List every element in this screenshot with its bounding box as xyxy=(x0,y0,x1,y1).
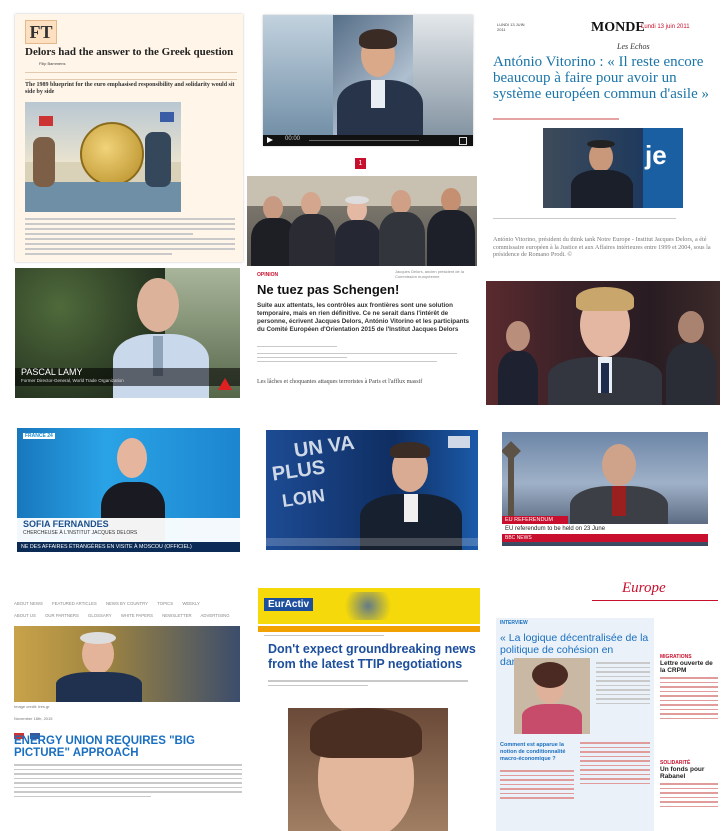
ft-byline: Filip Bammens xyxy=(39,61,66,66)
france24-logo: FRANCE 24 xyxy=(23,433,55,439)
lamy-video-tile[interactable]: PASCAL LAMY Former Director-General, Wor… xyxy=(15,268,240,398)
fernandes-role: CHERCHEUSE À L'INSTITUT JACQUES DELORS xyxy=(23,530,138,536)
interview-question: Comment est apparue la notion de conditi… xyxy=(500,742,566,762)
interview-video-player[interactable]: 00:00 xyxy=(263,15,473,146)
video-time: 00:00 xyxy=(285,136,301,142)
interviewee-photo xyxy=(514,658,590,734)
portrait-figure xyxy=(544,281,664,405)
interview-label: INTERVIEW xyxy=(500,620,528,626)
monde-caption: António Vitorino, président du think tan… xyxy=(493,236,711,258)
opinion-badge: 1 xyxy=(355,158,366,169)
delors-photo xyxy=(247,176,477,266)
euractiv-header: EurActiv xyxy=(258,588,480,624)
euractiv-photo xyxy=(288,708,448,831)
euractiv-headline[interactable]: Don't expect groundbreaking news from th… xyxy=(268,642,476,672)
nav-item[interactable]: ABOUT US xyxy=(14,613,36,618)
lamy-title: Former Director-General, World Trade Org… xyxy=(21,378,124,383)
fullscreen-icon[interactable] xyxy=(459,137,467,145)
monde-date: Lundi 13 juin 2011 xyxy=(641,24,690,30)
france24-video-tile[interactable]: FRANCE 24 SOFIA FERNANDES CHERCHEUSE À L… xyxy=(17,428,240,552)
france24-ticker: NE DES AFFAIRES ÉTRANGÈRES EN VISITE À M… xyxy=(17,542,240,552)
energy-photo xyxy=(14,626,240,702)
euractiv-logo[interactable]: EurActiv xyxy=(264,598,314,611)
nav-item[interactable]: OUR PARTNERS xyxy=(45,613,79,618)
monde-article-tile[interactable]: LUNDI 13 JUIN 2011 MONDE Lundi 13 juin 2… xyxy=(487,14,721,264)
energy-article-tile[interactable]: ABOUT NEWS FEATURED ARTICLES NEWS BY COU… xyxy=(14,598,246,831)
opinion-headline[interactable]: Ne tuez pas Schengen! xyxy=(257,282,472,297)
nav-item[interactable]: WEEKLY xyxy=(182,601,200,606)
nav-item[interactable]: NEWS BY COUNTRY xyxy=(106,601,148,606)
studio-video-tile[interactable]: UN VA PLUS LOIN xyxy=(266,430,478,550)
europe-article-tile[interactable]: Europe INTERVIEW « La logique décentrali… xyxy=(492,578,721,831)
energy-date: November 18th, 2015 xyxy=(14,716,53,721)
opinion-article-tile[interactable]: Jacques Delors, ancien président de la C… xyxy=(247,176,477,394)
vitorino-photo: je xyxy=(543,128,683,208)
lamy-name: PASCAL LAMY xyxy=(21,367,83,377)
fernandes-name: SOFIA FERNANDES xyxy=(23,519,109,529)
nav-item[interactable]: GLOSSARY xyxy=(88,613,112,618)
monde-masthead: MONDE xyxy=(591,20,645,35)
energy-nav[interactable]: ABOUT NEWS FEATURED ARTICLES NEWS BY COU… xyxy=(14,598,246,622)
sidebar-solidarite[interactable]: SOLIDARITÉ Un fonds pour Rabanel xyxy=(660,760,718,810)
ft-share-bar[interactable] xyxy=(25,72,237,80)
opinion-lede: Suite aux attentats, les contrôles aux f… xyxy=(257,302,470,333)
sidebar-migrations[interactable]: MIGRATIONS Lettre ouverte de la CRPM xyxy=(660,654,718,722)
nav-item[interactable]: ABOUT NEWS xyxy=(14,601,43,606)
channel-logo-icon xyxy=(218,378,232,390)
nav-item[interactable]: NEWSLETTER xyxy=(162,613,191,618)
echos-section: Les Echos xyxy=(617,42,650,51)
opinion-label: OPINION xyxy=(257,272,279,278)
energy-caption: Image credit: tres.gr xyxy=(14,704,50,709)
solidarite-title: Un fonds pour Rabanel xyxy=(660,766,705,780)
portrait-photo-tile xyxy=(486,281,720,405)
nav-item[interactable]: TOPICS xyxy=(157,601,173,606)
ft-logo: FT xyxy=(25,20,57,44)
ft-article-tile[interactable]: FT Delors had the answer to the Greek qu… xyxy=(15,14,243,262)
europe-masthead: Europe xyxy=(622,580,666,596)
guest-figure xyxy=(356,440,466,550)
share-buttons[interactable] xyxy=(14,726,74,739)
ft-headline[interactable]: Delors had the answer to the Greek quest… xyxy=(25,46,240,58)
bbc-ticker: EU REFERENDUM EU referendum to be held o… xyxy=(502,516,708,546)
channel-bug-icon xyxy=(448,436,470,448)
play-icon[interactable] xyxy=(267,137,273,143)
bbc-ticker-bottom: BBC NEWS xyxy=(502,534,708,542)
nav-item[interactable]: FEATURED ARTICLES xyxy=(52,601,97,606)
ft-standfirst: The 1989 blueprint for the euro emphasis… xyxy=(25,82,235,95)
bbc-video-tile[interactable]: EU REFERENDUM EU referendum to be held o… xyxy=(502,432,708,546)
migrations-title: Lettre ouverte de la CRPM xyxy=(660,660,713,674)
bbc-ticker-top: EU REFERENDUM xyxy=(502,516,568,524)
interviewee-figure xyxy=(335,25,425,140)
bbc-ticker-main: EU referendum to be held on 23 June xyxy=(502,524,708,534)
seek-bar[interactable] xyxy=(309,140,419,141)
video-controls[interactable]: 00:00 xyxy=(263,135,473,146)
europe-map-icon xyxy=(338,592,398,620)
euractiv-nav[interactable] xyxy=(258,626,480,632)
ft-cartoon-image xyxy=(25,102,181,212)
opinion-body-line: Les lâches et choquantes attaques terror… xyxy=(257,379,423,385)
euractiv-article-tile[interactable]: EurActiv Don't expect groundbreaking new… xyxy=(258,588,480,831)
energy-headline[interactable]: ENERGY UNION REQUIRES "BIG PICTURE" APPR… xyxy=(14,735,244,759)
interview-column: INTERVIEW « La logique décentralisée de … xyxy=(496,618,654,831)
nav-item[interactable]: ADVERTISING xyxy=(201,613,230,618)
nav-item[interactable]: WHITE PAPERS xyxy=(121,613,153,618)
monde-headline[interactable]: António Vitorino : « Il reste encore bea… xyxy=(493,54,721,102)
